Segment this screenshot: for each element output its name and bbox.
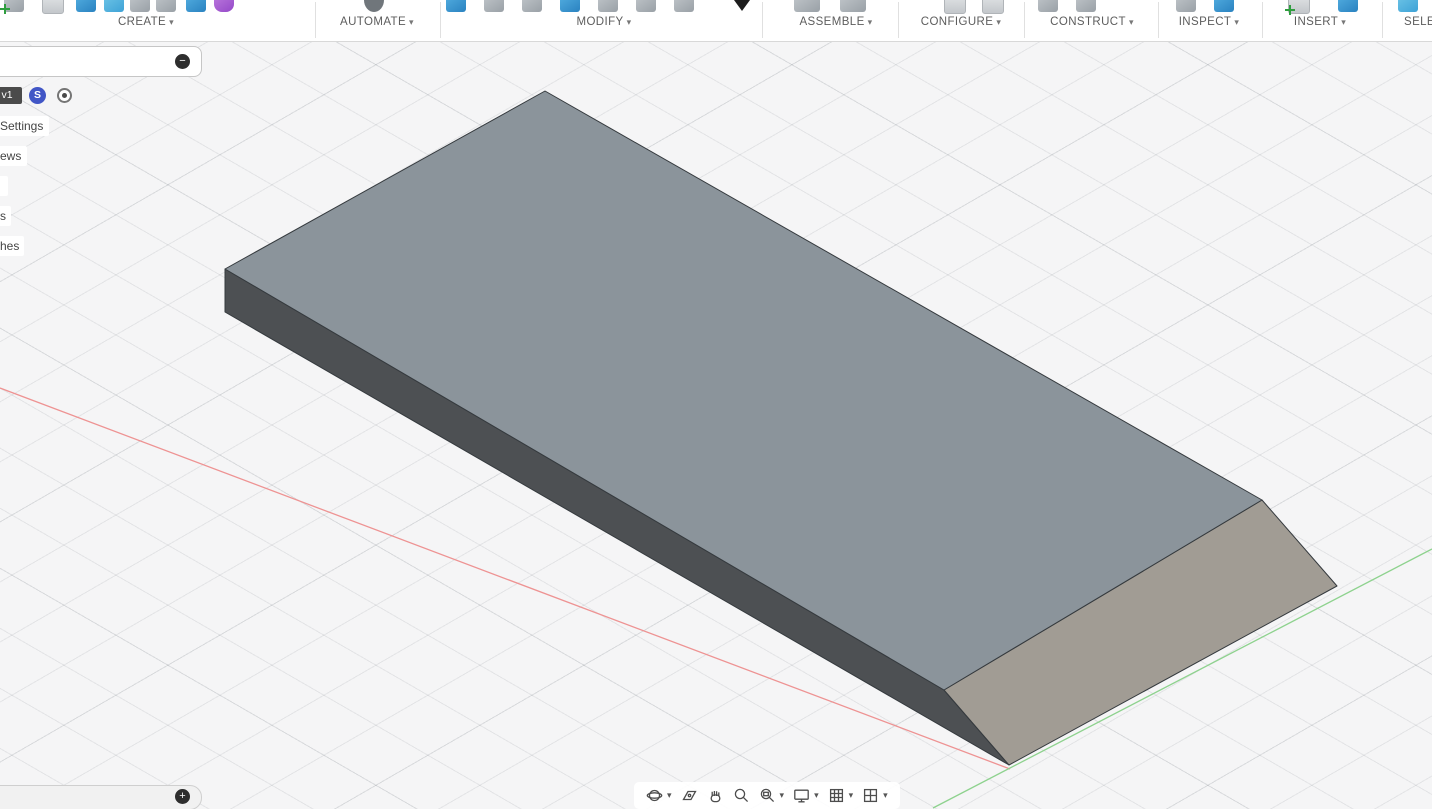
configuration-theme-icon[interactable] <box>982 0 1004 14</box>
pan-icon[interactable] <box>707 787 724 804</box>
sweep-icon[interactable] <box>130 0 150 12</box>
look-at-icon[interactable] <box>681 787 698 804</box>
shell-icon[interactable] <box>522 0 542 12</box>
document-version-badge[interactable]: v1 <box>0 87 22 104</box>
automate-tool-icon[interactable] <box>364 0 384 12</box>
toolbar-group-create[interactable]: CREATE▾ <box>118 16 174 28</box>
toolbar-divider <box>1262 2 1263 38</box>
fillet-icon[interactable] <box>484 0 504 12</box>
toolbar-divider <box>762 2 763 38</box>
orbit-icon[interactable] <box>646 787 663 804</box>
toolbar-divider <box>440 2 441 38</box>
insert-canvas-icon[interactable] <box>1288 0 1310 14</box>
toolbar-group-modify[interactable]: MODIFY▾ <box>576 16 631 28</box>
browser-item-origin[interactable] <box>0 176 8 196</box>
toolbar-divider <box>898 2 899 38</box>
zoom-icon[interactable] <box>733 787 750 804</box>
draft-icon[interactable] <box>674 0 694 12</box>
chevron-down-icon: ▾ <box>996 17 1001 27</box>
toolbar-divider <box>1382 2 1383 38</box>
fusion-app-window: CREATE▾ AUTOMATE▾ MODIFY▾ ASSEMBLE▾ CONF… <box>0 0 1432 809</box>
chevron-down-icon[interactable]: ▾ <box>780 790 785 801</box>
insert-mesh-icon[interactable] <box>1338 0 1358 12</box>
revolve-icon[interactable] <box>104 0 124 12</box>
toolbar-group-inspect[interactable]: INSPECT▾ <box>1179 16 1240 28</box>
scene-3d <box>0 0 1432 809</box>
chevron-down-icon: ▾ <box>868 17 873 27</box>
loft-icon[interactable] <box>156 0 176 12</box>
new-component-icon[interactable] <box>794 0 820 12</box>
configuration-table-icon[interactable] <box>944 0 966 14</box>
create-form-icon[interactable] <box>214 0 234 12</box>
construct-plane-icon[interactable] <box>1038 0 1058 12</box>
toolbar-group-construct[interactable]: CONSTRUCT▾ <box>1050 16 1134 28</box>
chevron-down-icon: ▾ <box>1341 17 1346 27</box>
offset-face-icon[interactable] <box>598 0 618 12</box>
select-tool-icon[interactable] <box>1398 0 1418 12</box>
browser-item-bodies[interactable]: s <box>0 206 11 226</box>
primitive-box-icon[interactable] <box>186 0 206 12</box>
chevron-down-icon: ▾ <box>409 17 414 27</box>
chevron-down-icon: ▾ <box>169 17 174 27</box>
toolbar-divider <box>315 2 316 38</box>
chevron-down-icon[interactable]: ▾ <box>667 790 672 801</box>
chevron-down-icon: ▾ <box>1234 17 1239 27</box>
document-visibility-icon[interactable] <box>57 88 72 103</box>
toolbar-group-insert[interactable]: INSERT▾ <box>1294 16 1346 28</box>
toolbar-group-assemble[interactable]: ASSEMBLE▾ <box>799 16 872 28</box>
view-navigation-bar: ▾ ▾ ▾ ▾ ▾ <box>634 782 900 809</box>
chevron-down-icon[interactable]: ▾ <box>814 790 819 801</box>
toolbar-group-select[interactable]: SELECT▾ <box>1404 16 1432 28</box>
window-zoom-icon[interactable] <box>759 787 776 804</box>
measure-icon[interactable] <box>1176 0 1196 12</box>
browser-item-document-settings[interactable]: Settings <box>0 116 49 136</box>
modify-more-dropdown-icon[interactable] <box>734 0 750 11</box>
construct-axis-icon[interactable] <box>1076 0 1096 12</box>
browser-search-panel: − <box>0 46 202 77</box>
toolbar-group-configure[interactable]: CONFIGURE▾ <box>921 16 1002 28</box>
browser-item-named-views[interactable]: ews <box>0 146 27 166</box>
grid-and-snaps-icon[interactable] <box>828 787 845 804</box>
chevron-down-icon: ▾ <box>1129 17 1134 27</box>
create-sketch-icon[interactable] <box>4 0 24 12</box>
section-analysis-icon[interactable] <box>1214 0 1234 12</box>
viewports-icon[interactable] <box>862 787 879 804</box>
chevron-down-icon[interactable]: ▾ <box>883 790 888 801</box>
toolbar-divider <box>1024 2 1025 38</box>
top-toolbar: CREATE▾ AUTOMATE▾ MODIFY▾ ASSEMBLE▾ CONF… <box>0 0 1432 42</box>
browser-item-sketches[interactable]: hes <box>0 236 24 256</box>
split-body-icon[interactable] <box>636 0 656 12</box>
press-pull-icon[interactable] <box>446 0 466 12</box>
extrude-icon[interactable] <box>76 0 96 12</box>
create-doc-icon[interactable] <box>42 0 64 14</box>
collapse-button[interactable]: − <box>175 54 190 69</box>
chevron-down-icon: ▾ <box>627 17 632 27</box>
expand-button[interactable]: + <box>175 789 190 804</box>
toolbar-divider <box>1158 2 1159 38</box>
timeline-panel: + <box>0 785 202 809</box>
document-status-icon[interactable]: S <box>29 87 46 104</box>
chevron-down-icon[interactable]: ▾ <box>849 790 854 801</box>
display-settings-icon[interactable] <box>793 787 810 804</box>
joint-icon[interactable] <box>840 0 866 12</box>
combine-icon[interactable] <box>560 0 580 12</box>
toolbar-group-automate[interactable]: AUTOMATE▾ <box>340 16 414 28</box>
